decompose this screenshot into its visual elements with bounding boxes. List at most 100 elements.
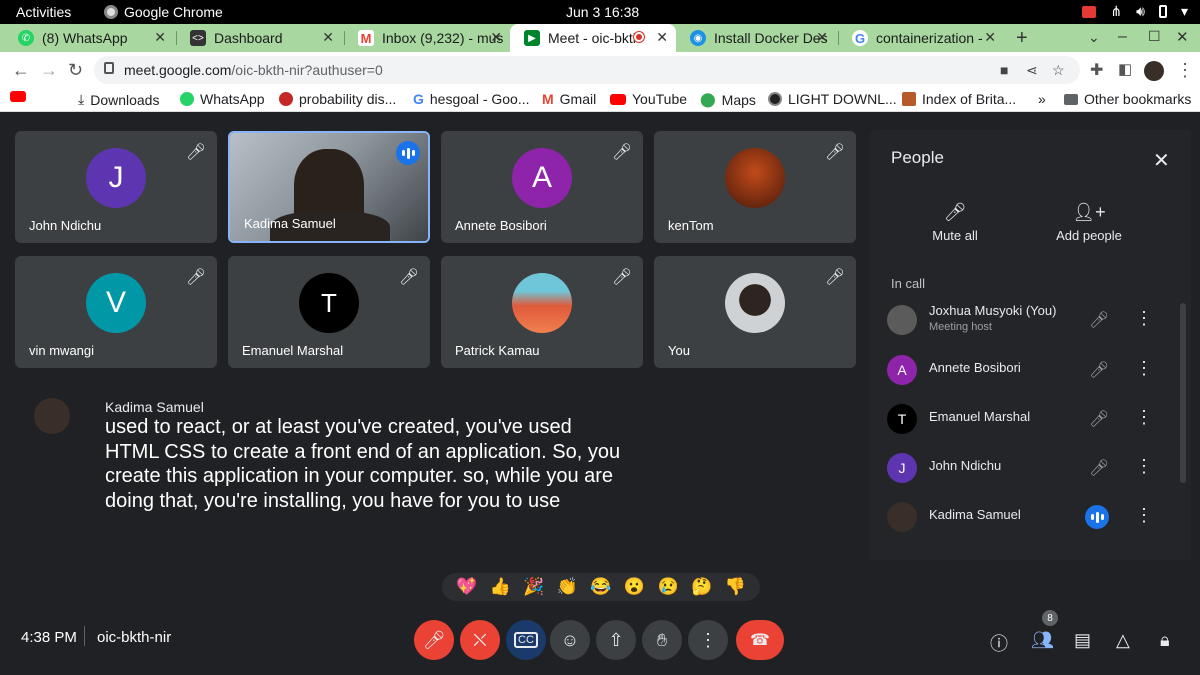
more-bookmarks-button[interactable]: » xyxy=(1038,91,1046,107)
bookmark-youtube[interactable]: YouTube xyxy=(610,91,687,107)
more-vert-icon[interactable]: ⋮ xyxy=(1135,358,1153,379)
reaction-thumbs-down[interactable]: 👎 xyxy=(725,577,746,597)
bookmark-star-icon[interactable]: ☆ xyxy=(1052,62,1065,79)
close-window-button[interactable]: ✕ xyxy=(1176,28,1189,46)
captions-button[interactable]: CC xyxy=(506,620,546,660)
people-icon[interactable]: 👥︎ xyxy=(1031,630,1054,651)
bookmark-gmail[interactable]: M Gmail xyxy=(542,91,596,107)
close-panel-button[interactable]: ✕ xyxy=(1153,148,1170,173)
tab-docker[interactable]: ◉ Install Docker Des ✕ xyxy=(676,24,836,52)
participant-row[interactable]: J John Ndichu 🎤︎ ⋮ xyxy=(885,446,1175,490)
mute-all-label: Mute all xyxy=(932,228,978,243)
mute-all-button[interactable]: 🎤︎ Mute all xyxy=(921,202,989,243)
participant-tile[interactable]: Kadima Samuel xyxy=(228,131,430,243)
other-bookmarks-folder[interactable]: Other bookmarks xyxy=(1064,91,1191,107)
participant-tile[interactable]: A 🎤︎ Annete Bosibori xyxy=(441,131,643,243)
present-button[interactable]: ⇧ xyxy=(596,620,636,660)
participant-tile[interactable]: J 🎤︎ John Ndichu xyxy=(15,131,217,243)
minimize-button[interactable]: – xyxy=(1118,28,1127,46)
host-controls-icon[interactable]: 🔒︎ xyxy=(1160,630,1170,651)
more-vert-icon[interactable]: ⋮ xyxy=(1135,456,1153,477)
youtube-bookmark[interactable] xyxy=(10,91,26,102)
close-icon[interactable]: ✕ xyxy=(154,29,166,46)
more-vert-icon[interactable]: ⋮ xyxy=(1135,407,1153,428)
emoji-reaction-button[interactable]: ☺ xyxy=(550,620,590,660)
activities-button[interactable]: Activities xyxy=(16,4,71,20)
extensions-icon[interactable]: ✚ xyxy=(1090,60,1103,80)
bookmark-britannica[interactable]: Index of Brita... xyxy=(902,91,1016,107)
activities-icon[interactable]: △ xyxy=(1116,630,1130,651)
clock[interactable]: Jun 3 16:38 xyxy=(566,4,639,20)
reload-button[interactable]: ↻ xyxy=(68,60,83,81)
close-icon[interactable]: ✕ xyxy=(816,29,828,46)
bookmark-whatsapp[interactable]: WhatsApp xyxy=(180,91,265,107)
mic-toggle-button[interactable]: 🎤︎ xyxy=(414,620,454,660)
chat-icon[interactable]: ▤ xyxy=(1074,630,1091,651)
maximize-button[interactable]: ☐ xyxy=(1148,28,1161,45)
tab-gmail[interactable]: M Inbox (9,232) - mus ✕ xyxy=(344,24,510,52)
camera-icon[interactable]: ■ xyxy=(1000,62,1008,78)
forward-button[interactable]: → xyxy=(40,60,58,81)
reaction-sad[interactable]: 😢 xyxy=(657,577,678,597)
participant-tile[interactable]: T 🎤︎ Emanuel Marshal xyxy=(228,256,430,368)
bookmark-label: Gmail xyxy=(559,91,597,107)
raise-hand-button[interactable]: ✋︎ xyxy=(642,620,682,660)
participant-tile[interactable]: 🎤︎ Patrick Kamau xyxy=(441,256,643,368)
address-bar[interactable]: meet.google.com/oic-bkth-nir?authuser=0 … xyxy=(94,56,1080,84)
reaction-laugh[interactable]: 😂 xyxy=(590,577,611,597)
reaction-party[interactable]: 🎉 xyxy=(523,577,544,597)
tab-title: Dashboard xyxy=(214,30,283,46)
participant-tile[interactable]: V 🎤︎ vin mwangi xyxy=(15,256,217,368)
tesla-logo-icon: T xyxy=(887,404,917,434)
tab-whatsapp[interactable]: ✆ (8) WhatsApp ✕ xyxy=(4,24,174,52)
profile-avatar[interactable] xyxy=(1144,61,1164,81)
reaction-thinking[interactable]: 🤔 xyxy=(691,577,712,597)
reaction-heart[interactable]: 💖 xyxy=(456,577,477,597)
participant-name: Annete Bosibori xyxy=(455,218,547,233)
tab-dashboard[interactable]: <> Dashboard ✕ xyxy=(176,24,342,52)
participant-row[interactable]: A Annete Bosibori 🎤︎ ⋮ xyxy=(885,348,1175,392)
participant-tile[interactable]: 🎤︎ You xyxy=(654,256,856,368)
bookmark-light-download[interactable]: LIGHT DOWNL... xyxy=(768,91,897,107)
close-icon[interactable]: ✕ xyxy=(490,29,502,46)
close-icon[interactable]: ✕ xyxy=(656,29,668,46)
menu-icon[interactable]: ⋮ xyxy=(1176,60,1194,81)
tab-search-chevron-icon[interactable]: ⌄ xyxy=(1088,29,1100,46)
google-icon: G xyxy=(413,91,424,107)
tab-title: (8) WhatsApp xyxy=(42,30,128,46)
add-people-button[interactable]: 👤︎+ Add people xyxy=(1055,202,1123,243)
avatar xyxy=(887,502,917,532)
participant-row[interactable]: T Emanuel Marshal 🎤︎ ⋮ xyxy=(885,397,1175,441)
participant-row[interactable]: Kadima Samuel ⋮ xyxy=(885,495,1175,539)
leave-call-button[interactable]: ☎ xyxy=(736,620,784,660)
mic-off-icon: 🎤︎ xyxy=(398,269,420,286)
bookmark-downloads[interactable]: ⤓ Downloads xyxy=(78,91,159,108)
system-tray[interactable]: ⋔ 🔊︎ ▾ xyxy=(1082,3,1188,20)
reaction-clap[interactable]: 👏 xyxy=(557,577,578,597)
back-button[interactable]: ← xyxy=(12,60,30,81)
close-icon[interactable]: ✕ xyxy=(984,29,996,46)
camera-toggle-button[interactable]: ⛌ xyxy=(460,620,500,660)
more-options-button[interactable]: ⋮ xyxy=(688,620,728,660)
tab-google-search[interactable]: G containerization - ✕ xyxy=(838,24,1004,52)
url-path: /oic-bkth-nir?authuser=0 xyxy=(231,62,383,78)
more-vert-icon[interactable]: ⋮ xyxy=(1135,505,1153,526)
new-tab-button[interactable]: + xyxy=(1016,27,1028,50)
panel-scrollbar[interactable] xyxy=(1180,303,1186,483)
bookmark-hesgoal[interactable]: Ghesgoal - Goo... xyxy=(413,91,530,107)
app-menu[interactable]: Google Chrome xyxy=(104,4,223,20)
close-icon[interactable]: ✕ xyxy=(322,29,334,46)
participant-tile[interactable]: 🎤︎ kenTom xyxy=(654,131,856,243)
in-call-heading: In call xyxy=(891,276,925,291)
bookmark-probability[interactable]: probability dis... xyxy=(279,91,396,107)
meeting-info-icon[interactable]: ⓘ xyxy=(990,630,1008,656)
more-vert-icon[interactable]: ⋮ xyxy=(1135,308,1153,329)
reaction-surprised[interactable]: 😮 xyxy=(624,577,645,597)
reaction-thumbs-up[interactable]: 👍 xyxy=(490,577,511,597)
side-panel-icon[interactable]: ◧ xyxy=(1118,60,1132,78)
screencast-icon xyxy=(1082,5,1097,18)
bookmark-maps[interactable]: ⬤ Maps xyxy=(700,91,756,108)
tab-meet[interactable]: ▶ Meet - oic-bkth ✕ xyxy=(510,24,676,52)
share-icon[interactable]: ⋖ xyxy=(1026,62,1038,79)
participant-row[interactable]: Joxhua Musyoki (You) Meeting host 🎤︎ ⋮ xyxy=(885,298,1175,342)
